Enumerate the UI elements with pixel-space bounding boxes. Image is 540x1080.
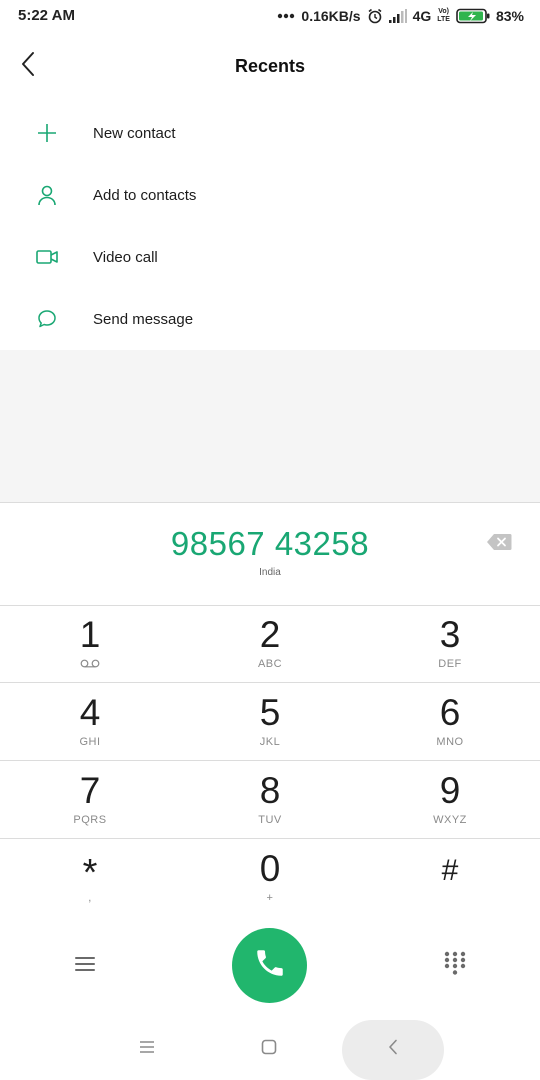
empty-area [0,350,540,502]
key-0[interactable]: 0 + [180,839,360,916]
key-digit: # [441,854,459,887]
person-icon [34,182,60,208]
dialed-number: 98567 43258 [170,525,370,562]
action-label: New contact [93,124,176,142]
number-region: India [259,567,281,578]
add-to-contacts-action[interactable]: Add to contacts [0,164,540,226]
key-1[interactable]: 1 [0,605,180,682]
key-letters: WXYZ [433,814,467,826]
key-digit: 7 [79,770,101,811]
key-digit: 5 [259,692,281,733]
nav-back-chevron-icon [388,1039,398,1060]
navigation-bar [0,1018,540,1080]
key-letters: DEF [438,658,462,670]
call-area [0,925,540,1010]
volte-line2: LTE [437,16,450,23]
new-contact-action[interactable]: New contact [0,102,540,164]
hamburger-menu-icon [74,955,96,978]
backspace-button[interactable] [484,533,514,555]
key-digit: 8 [259,770,281,811]
key-digit: * [82,852,98,894]
battery-level: 83% [495,8,524,24]
backspace-icon [486,533,512,556]
key-2[interactable]: 2 ABC [180,605,360,682]
signal-icon [388,9,407,23]
volte-line1: Vo) [438,8,449,15]
action-list: New contact Add to contacts Video call S… [0,102,540,350]
key-digit: 9 [439,770,461,811]
message-bubble-icon [34,306,60,332]
key-7[interactable]: 7 PQRS [0,761,180,838]
key-row: 1 2 ABC 3 DEF [0,605,540,683]
key-6[interactable]: 6 MNO [360,683,540,760]
key-letters: TUV [258,814,282,826]
home-square-icon [261,1039,277,1060]
voicemail-icon [0,659,180,668]
key-digit: 3 [439,614,461,655]
recent-apps-button[interactable] [97,1018,197,1080]
volte-indicator: Vo) LTE [437,8,450,24]
key-digit: 6 [439,692,461,733]
key-letters: + [266,892,274,904]
key-digit: 4 [79,692,101,733]
dialpad-toggle-button[interactable] [440,951,470,981]
keypad: 1 2 ABC 3 DEF 4 GHI 5 JKL 6 MNO 7 PQRS 8… [0,605,540,916]
action-label: Add to contacts [93,186,197,204]
header: Recents [0,38,540,96]
key-letters: ABC [257,658,283,670]
action-label: Video call [93,248,158,266]
key-9[interactable]: 9 WXYZ [360,761,540,838]
nav-back-button[interactable] [343,1018,443,1080]
key-4[interactable]: 4 GHI [0,683,180,760]
more-dots-icon [277,13,295,19]
status-bar: 5:22 AM 0.16KB/s 4G Vo) LTE 83% [0,0,540,32]
key-row: 7 PQRS 8 TUV 9 WXYZ [0,761,540,839]
page-title: Recents [234,56,306,76]
key-digit: 1 [79,614,101,655]
key-5[interactable]: 5 JKL [180,683,360,760]
status-icons: 0.16KB/s 4G Vo) LTE 83% [277,6,524,26]
dialpad-icon [444,951,466,982]
recent-apps-icon [139,1040,155,1059]
key-digit: 2 [259,614,281,655]
key-row: * , 0 + # [0,839,540,916]
status-time: 5:22 AM [18,7,75,24]
key-letters: GHI [79,736,101,748]
alarm-icon [367,8,383,24]
video-camera-icon [34,244,60,270]
key-star[interactable]: * , [0,839,180,916]
send-message-action[interactable]: Send message [0,288,540,350]
key-letters: , [88,892,92,904]
key-letters: PQRS [73,814,107,826]
call-button[interactable] [232,928,307,1003]
key-3[interactable]: 3 DEF [360,605,540,682]
net-speed: 0.16KB/s [301,8,361,24]
key-letters: MNO [436,736,464,748]
key-row: 4 GHI 5 JKL 6 MNO [0,683,540,761]
network-type: 4G [412,8,432,24]
number-display: 98567 43258 India [0,502,540,606]
key-8[interactable]: 8 TUV [180,761,360,838]
key-hash[interactable]: # [360,839,540,916]
phone-icon [253,946,287,985]
menu-button[interactable] [70,951,100,981]
home-button[interactable] [219,1018,319,1080]
key-digit: 0 [259,848,281,889]
video-call-action[interactable]: Video call [0,226,540,288]
action-label: Send message [93,310,194,328]
key-letters: JKL [259,736,281,748]
plus-icon [34,120,60,146]
battery-charging-icon [456,8,490,24]
